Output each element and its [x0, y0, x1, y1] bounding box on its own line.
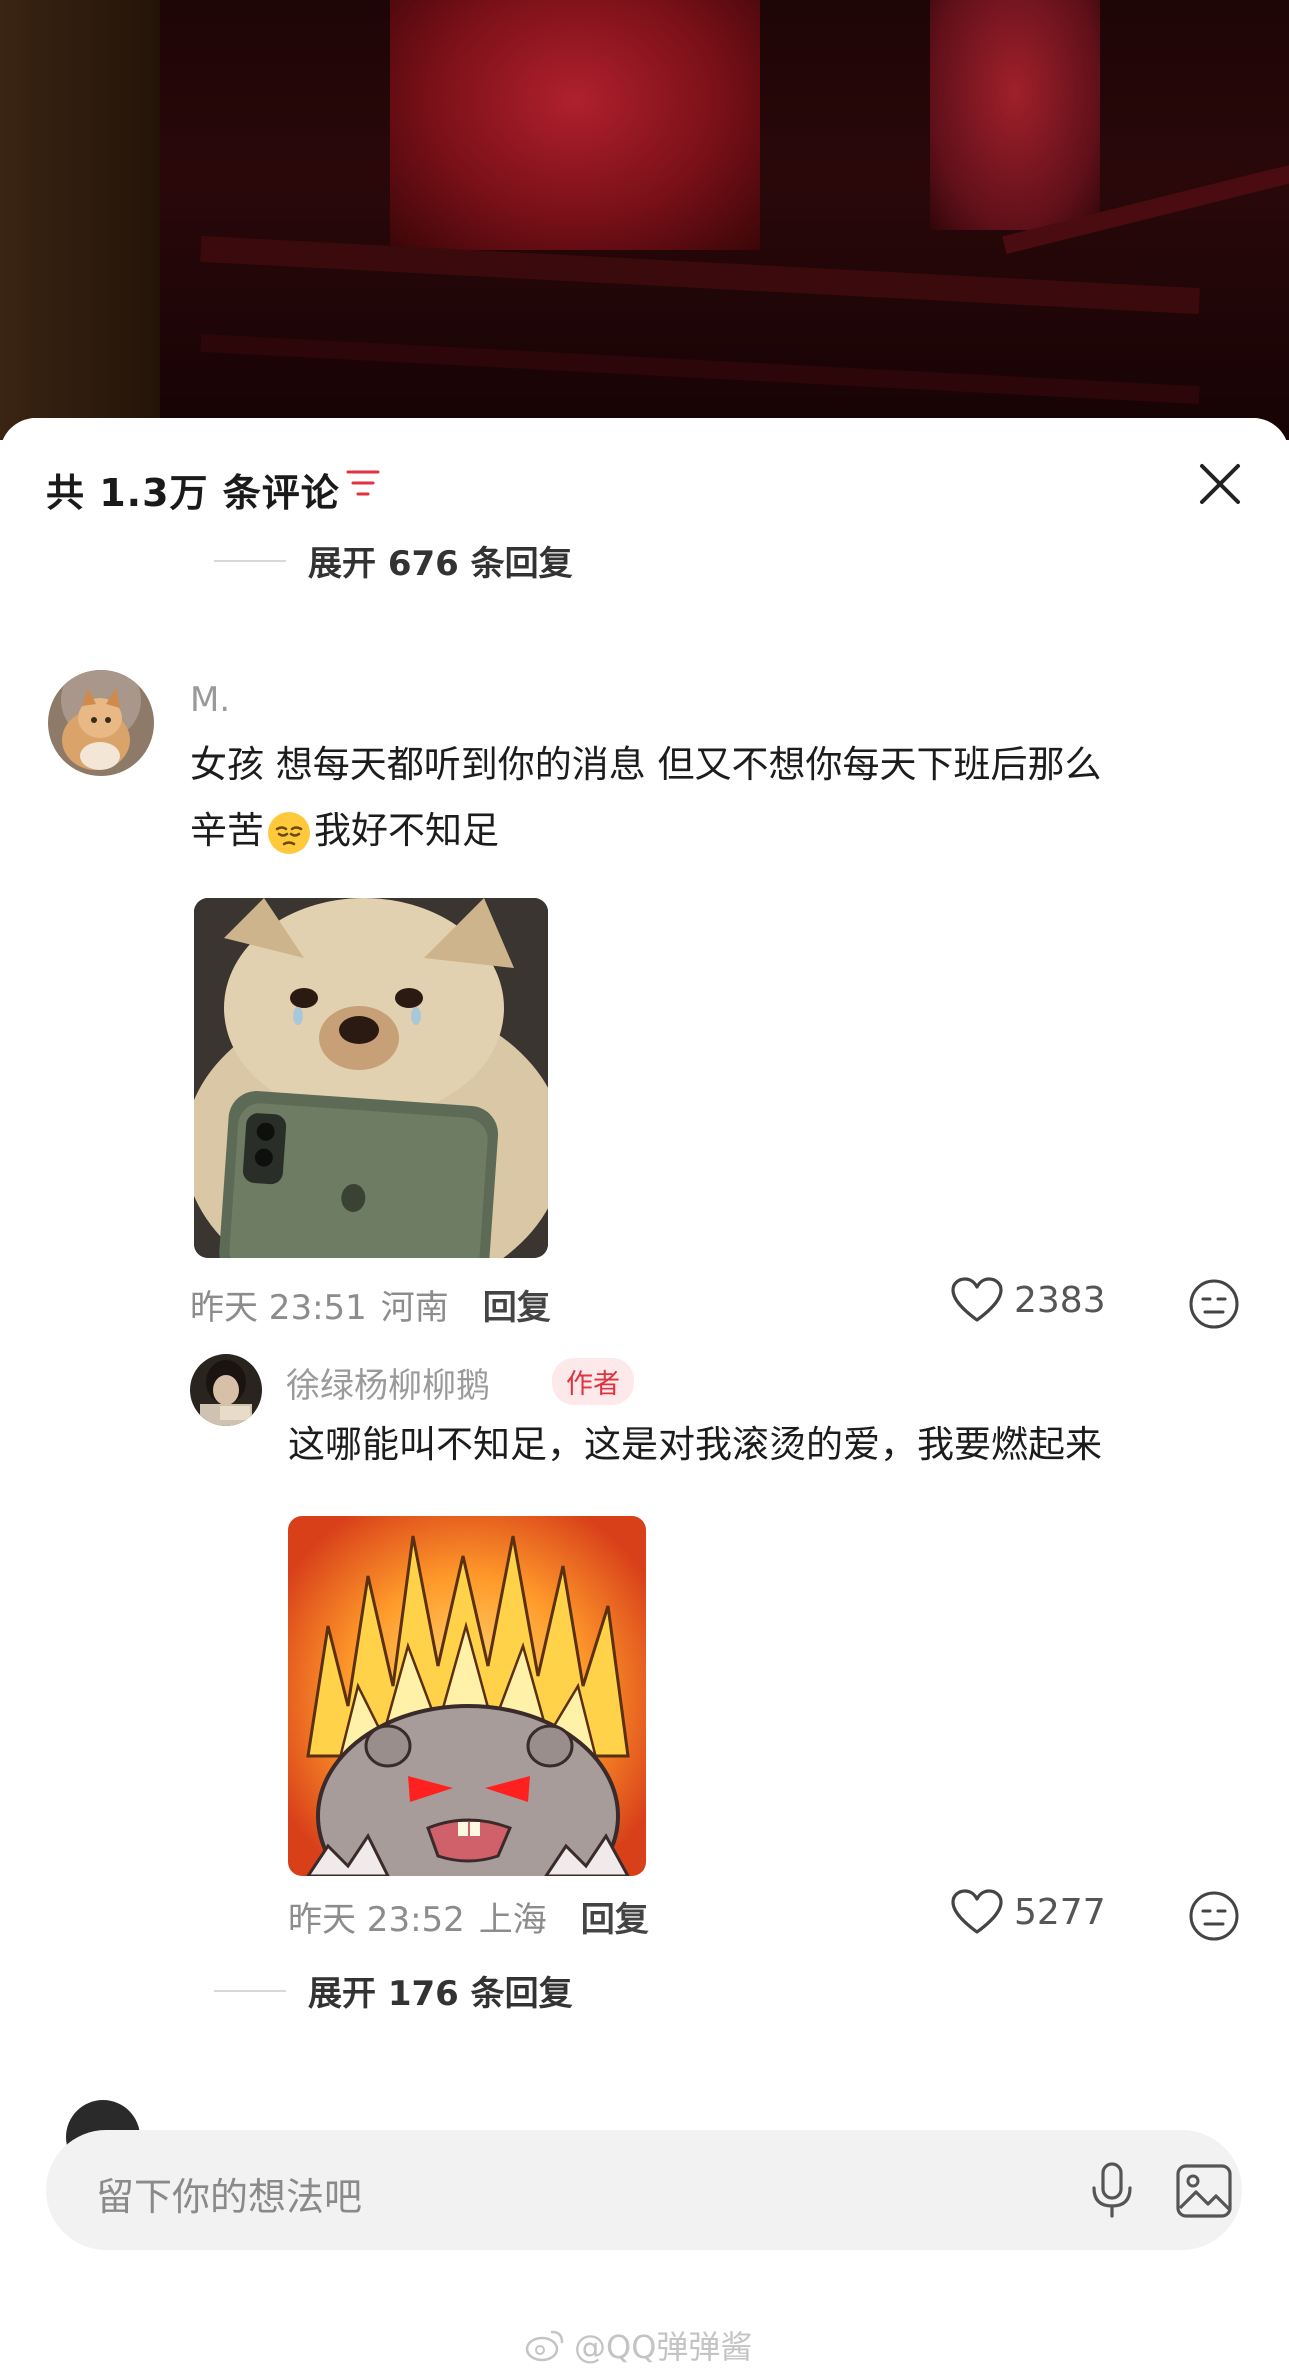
expand-replies-top[interactable]: 展开 676 条回复	[214, 536, 573, 585]
author-avatar-image	[190, 1354, 262, 1426]
crying-dog-sticker-image[interactable]	[194, 898, 548, 1258]
comment-reply-button[interactable]: 回复	[483, 1280, 551, 1329]
divider-line	[214, 1989, 286, 1992]
comments-header: 共 1.3万 条评论	[0, 418, 1289, 528]
image-upload-icon[interactable]	[1174, 2162, 1234, 2220]
heart-icon	[951, 1277, 1003, 1322]
video-red-window-right	[930, 0, 1100, 230]
expand-replies-label: 展开 176 条回复	[308, 1974, 573, 2014]
avatar-author[interactable]	[190, 1354, 262, 1426]
reply-like-count: 5277	[1014, 1891, 1106, 1933]
pensive-face-icon	[268, 811, 310, 854]
author-badge: 作者	[552, 1358, 634, 1405]
comment-text-line1: 女孩 想每天都听到你的消息 但又不想你每天下班后那么	[190, 743, 1102, 786]
reply-text: 这哪能叫不知足，这是对我滚烫的爱，我要燃起来	[288, 1423, 1102, 1466]
comment-username[interactable]: M.	[190, 680, 230, 720]
expand-replies-bottom[interactable]: 展开 176 条回复	[214, 1966, 573, 2015]
crying-dog-illustration	[194, 898, 548, 1258]
emoji-reaction-icon[interactable]	[1188, 1890, 1240, 1942]
comment-input-bar[interactable]: 留下你的想法吧	[46, 2130, 1242, 2250]
comment-input-placeholder[interactable]: 留下你的想法吧	[96, 2166, 362, 2221]
reply-like-button[interactable]: 5277	[950, 1888, 1106, 1936]
comment-time: 昨天 23:51	[190, 1288, 367, 1328]
reply-meta: 昨天 23:52 上海 回复	[288, 1892, 649, 1941]
cat-avatar-image	[48, 670, 154, 776]
burning-hamster-illustration	[288, 1516, 646, 1876]
emoji-reaction-icon[interactable]	[1188, 1278, 1240, 1330]
comment-text-part: 辛苦	[190, 809, 264, 852]
comment-text: 女孩 想每天都听到你的消息 但又不想你每天下班后那么 辛苦 我好不知足	[190, 732, 1240, 864]
divider-line	[214, 559, 286, 562]
reply-reply-button[interactable]: 回复	[581, 1892, 649, 1941]
reply-time: 昨天 23:52	[288, 1900, 465, 1940]
video-wall	[0, 0, 160, 440]
weibo-watermark: @QQ弹弹酱	[524, 2322, 752, 2368]
burning-hamster-sticker-image[interactable]	[288, 1516, 646, 1876]
watermark-text: @QQ弹弹酱	[574, 2328, 753, 2366]
comment-text-part: 我好不知足	[314, 809, 499, 852]
comment-meta: 昨天 23:51 河南 回复	[190, 1280, 551, 1329]
close-icon[interactable]	[1196, 460, 1244, 508]
reply-username[interactable]: 徐绿杨柳柳鹅	[286, 1358, 490, 1407]
video-red-window	[390, 0, 760, 250]
comment-like-count: 2383	[1014, 1279, 1106, 1321]
microphone-icon[interactable]	[1082, 2160, 1142, 2220]
comment-location: 河南	[380, 1288, 449, 1328]
expand-replies-label: 展开 676 条回复	[308, 544, 573, 584]
reply-location: 上海	[478, 1900, 547, 1940]
weibo-logo-icon	[525, 2330, 564, 2362]
comment-list: 展开 676 条回复 M. 女孩 想每天都听到你的消息 但又不想你每天下班后那么…	[0, 418, 1289, 2374]
comment-count-title: 共 1.3万 条评论	[46, 471, 340, 515]
comment-like-button[interactable]: 2383	[950, 1276, 1106, 1324]
comment-text-line2: 辛苦 我好不知足	[190, 798, 1240, 864]
heart-icon	[951, 1889, 1003, 1934]
video-background	[0, 0, 1289, 440]
comments-sheet: 共 1.3万 条评论 展开 676 条回复 M. 女孩 想每天都听到你的消息 但…	[0, 418, 1289, 2374]
video-beam	[200, 333, 1200, 405]
sort-filter-icon[interactable]	[346, 468, 380, 498]
avatar-m[interactable]	[48, 670, 154, 776]
